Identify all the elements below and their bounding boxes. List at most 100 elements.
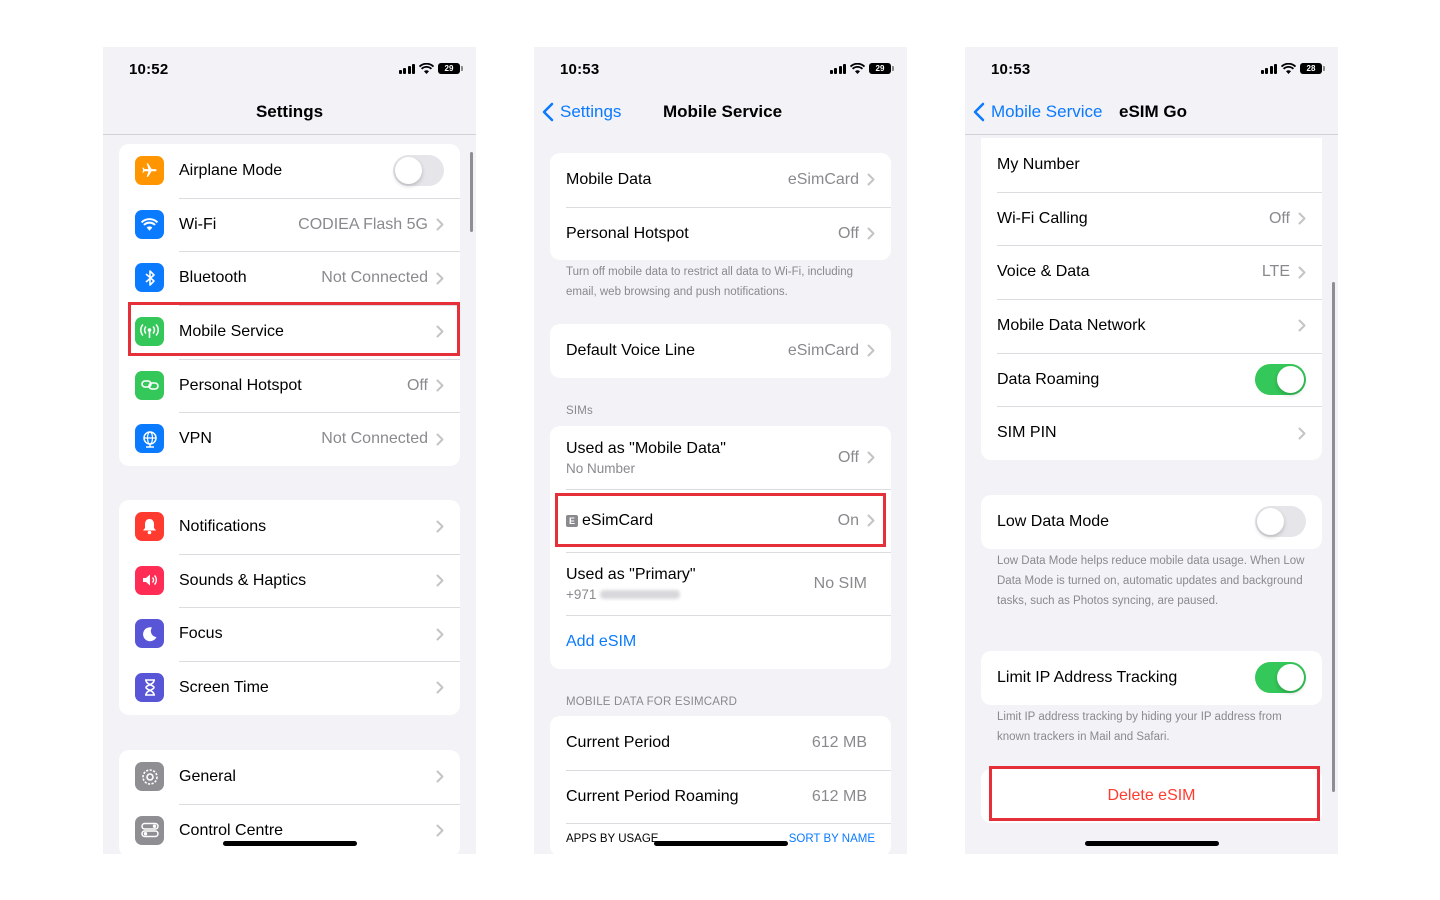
- delete-esim-row[interactable]: Delete eSIM: [981, 769, 1322, 823]
- voice-data-row[interactable]: Voice & Data LTE: [981, 245, 1322, 299]
- chevron-right-icon: [436, 520, 444, 533]
- row-label: Sounds & Haptics: [179, 571, 307, 589]
- esim-settings-group: My Number Wi-Fi Calling Off Voice & Data…: [981, 138, 1322, 461]
- chevron-left-icon: [542, 102, 554, 122]
- back-button[interactable]: Mobile Service: [973, 102, 1103, 122]
- battery-icon: 29: [438, 63, 463, 74]
- focus-row[interactable]: Focus: [119, 607, 460, 661]
- row-label: Bluetooth: [179, 269, 247, 287]
- row-label: My Number: [997, 155, 1080, 173]
- mobile-data-row[interactable]: Mobile Data eSimCard: [550, 153, 891, 207]
- mobile-data-footnote: Turn off mobile data to restrict all dat…: [566, 266, 853, 298]
- hourglass-icon: [135, 673, 164, 703]
- switches-icon: [135, 815, 164, 845]
- scrollbar[interactable]: [1332, 282, 1335, 792]
- row-label: Personal Hotspot: [179, 376, 302, 394]
- chevron-right-icon: [436, 325, 444, 338]
- row-value: Off: [837, 224, 859, 242]
- signal-icon: [398, 63, 415, 74]
- home-indicator[interactable]: [1084, 841, 1219, 846]
- signal-icon: [829, 63, 846, 74]
- wifi-icon: [1281, 63, 1296, 74]
- current-period-row: Current Period 612 MB: [550, 716, 891, 770]
- sim-used-as-mobile-data-row[interactable]: Used as "Mobile Data" No Number Off: [550, 426, 891, 489]
- limit-ip-tracking-toggle[interactable]: [1255, 662, 1306, 694]
- row-label: Wi-Fi: [179, 215, 217, 233]
- scrollbar[interactable]: [470, 152, 473, 232]
- airplane-mode-toggle[interactable]: [393, 155, 444, 187]
- sort-by-name-button[interactable]: SORT BY NAME: [789, 833, 875, 845]
- chevron-right-icon: [436, 433, 444, 446]
- row-label: Mobile Data: [566, 170, 652, 188]
- delete-esim-button[interactable]: Delete eSIM: [1107, 787, 1195, 805]
- esim-go-screen: 10:53 28 Mobile Service eSIM Go My Numbe…: [965, 47, 1338, 854]
- back-label: Settings: [560, 102, 622, 121]
- battery-icon: 28: [1300, 63, 1325, 74]
- general-row[interactable]: General: [119, 750, 460, 804]
- low-data-footnote: Low Data Mode helps reduce mobile data u…: [997, 555, 1305, 607]
- low-data-group: Low Data Mode: [981, 495, 1322, 549]
- back-button[interactable]: Settings: [542, 102, 621, 122]
- row-label: Used as "Primary": [566, 565, 696, 583]
- row-label: SIM PIN: [997, 424, 1057, 442]
- row-label: Mobile Service: [179, 322, 284, 340]
- row-value: eSimCard: [787, 341, 859, 359]
- personal-hotspot-row[interactable]: Personal Hotspot Off: [119, 358, 460, 413]
- personal-hotspot-row[interactable]: Personal Hotspot Off: [550, 206, 891, 261]
- mobile-data-group: Mobile Data eSimCard Personal Hotspot Of…: [550, 153, 891, 261]
- add-esim-button[interactable]: Add eSIM: [566, 633, 875, 651]
- default-voice-group: Default Voice Line eSimCard: [550, 324, 891, 378]
- sim-pin-row[interactable]: SIM PIN: [981, 406, 1322, 460]
- page-title: Settings: [255, 102, 324, 121]
- chevron-right-icon: [436, 681, 444, 694]
- chevron-right-icon: [1298, 266, 1306, 279]
- page-title: eSIM Go: [1119, 102, 1188, 121]
- row-value: On: [837, 511, 859, 529]
- airplane-mode-row[interactable]: Airplane Mode: [119, 144, 460, 198]
- settings-screen: 10:52 29 Settings Airplane Mode Wi-Fi CO…: [103, 47, 476, 854]
- row-label: Control Centre: [179, 821, 284, 839]
- low-data-mode-row: Low Data Mode: [981, 495, 1322, 549]
- wifi-calling-row[interactable]: Wi-Fi Calling Off: [981, 191, 1322, 246]
- row-value: Off: [1268, 209, 1290, 227]
- redacted-number: [600, 590, 681, 600]
- general-group: General Control Centre: [119, 750, 460, 854]
- default-voice-line-row[interactable]: Default Voice Line eSimCard: [550, 324, 891, 378]
- my-number-row[interactable]: My Number: [981, 138, 1322, 192]
- limit-ip-tracking-row: Limit IP Address Tracking: [981, 651, 1322, 705]
- row-value: 612 MB: [811, 787, 867, 805]
- row-label: Screen Time: [179, 678, 269, 696]
- home-indicator[interactable]: [222, 841, 357, 846]
- mobile-service-row[interactable]: Mobile Service: [119, 305, 460, 359]
- row-label: Focus: [179, 625, 223, 643]
- battery-icon: 29: [869, 63, 894, 74]
- low-data-mode-toggle[interactable]: [1255, 506, 1306, 538]
- add-esim-row[interactable]: Add eSIM: [550, 615, 891, 669]
- mobile-data-network-row[interactable]: Mobile Data Network: [981, 299, 1322, 353]
- nav-divider: [965, 134, 1338, 135]
- globe-icon: [135, 424, 164, 454]
- home-indicator[interactable]: [653, 841, 788, 846]
- vpn-row[interactable]: VPN Not Connected: [119, 412, 460, 466]
- chevron-right-icon: [1298, 427, 1306, 440]
- esimcard-row[interactable]: EeSimCard On: [550, 489, 891, 552]
- wifi-row[interactable]: Wi-Fi CODIEA Flash 5G: [119, 197, 460, 252]
- bluetooth-row[interactable]: Bluetooth Not Connected: [119, 251, 460, 305]
- sim-used-as-primary-row[interactable]: Used as "Primary" +971 No SIM: [550, 552, 891, 615]
- sounds-haptics-row[interactable]: Sounds & Haptics: [119, 553, 460, 608]
- row-label: Used as "Mobile Data": [566, 439, 726, 457]
- bluetooth-status-value: Not Connected: [321, 269, 428, 287]
- gear-icon: [135, 762, 164, 791]
- chevron-right-icon: [436, 379, 444, 392]
- wifi-icon: [850, 63, 865, 74]
- row-value: 612 MB: [811, 733, 867, 751]
- status-time: 10:53: [560, 61, 600, 78]
- control-centre-row[interactable]: Control Centre: [119, 803, 460, 854]
- connectivity-group: Airplane Mode Wi-Fi CODIEA Flash 5G Blue…: [119, 144, 460, 467]
- notifications-row[interactable]: Notifications: [119, 500, 460, 554]
- chevron-right-icon: [436, 770, 444, 783]
- data-roaming-toggle[interactable]: [1255, 364, 1306, 396]
- wifi-network-value: CODIEA Flash 5G: [298, 215, 428, 233]
- speaker-icon: [135, 565, 164, 595]
- screen-time-row[interactable]: Screen Time: [119, 661, 460, 715]
